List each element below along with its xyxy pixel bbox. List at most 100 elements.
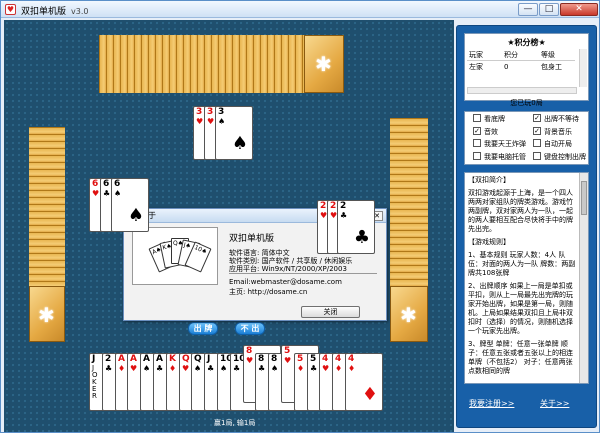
card-rank: 5	[284, 346, 291, 356]
checkbox-checked-icon[interactable]: ✓	[473, 126, 481, 135]
about-email[interactable]: Email:webmaster@dosame.com	[229, 278, 342, 286]
option-label: 出牌不等待	[544, 115, 579, 123]
main-window: ♥ 双扣单机版 v3.0 — □ ✕ ✱ ✱ ✱ 出 牌 不 出 赢1局, 输1局…	[0, 0, 600, 433]
checkbox-icon[interactable]	[473, 139, 481, 147]
window-title-text: 双扣单机版	[21, 7, 67, 17]
table-row[interactable]: 左家 0 包身工	[467, 62, 575, 73]
ranking-box: ★积分榜★ 玩家 积分 等级 左家 0 包身工 您已玩0局	[464, 33, 589, 107]
pass-button[interactable]: 不 出	[235, 322, 265, 335]
option-checkbox[interactable]: 我要天王炸弹	[473, 139, 526, 149]
about-link[interactable]: 关于>>	[540, 398, 569, 409]
scroll-thumb[interactable]	[581, 181, 587, 215]
divider	[229, 273, 377, 274]
card-suit-icon: ♥	[196, 117, 204, 126]
illustration-card-rank: 10	[193, 244, 204, 254]
joker-label: JOKER	[92, 364, 98, 400]
option-checkbox[interactable]: 看底牌	[473, 114, 505, 124]
card-suit-icon: ♥	[92, 189, 100, 198]
checkbox-checked-icon[interactable]: ✓	[533, 114, 541, 122]
card-suit-icon: ♣	[258, 364, 266, 373]
playing-card[interactable]: 4♦♦	[345, 353, 383, 411]
option-label: 我要天王炸弹	[484, 140, 526, 148]
about-homepage[interactable]: 主页: http://dosame.cn	[229, 288, 307, 296]
help-paragraph: 1、基本规则 玩家人数：4人 队伍：对面的两人为一队 牌数：两副牌共108张牌	[468, 251, 576, 277]
ranking-scrollbar[interactable]	[579, 49, 587, 87]
ranking-col-score: 积分	[504, 51, 518, 59]
ranking-player: 左家	[469, 63, 483, 71]
card-rank: 2	[320, 201, 327, 211]
option-label: 自动开局	[544, 140, 572, 148]
help-paragraph: 【游戏规则】	[468, 238, 510, 246]
card-rank: 4	[348, 354, 355, 364]
card-rank: 6	[103, 179, 110, 189]
option-checkbox[interactable]: 自动开局	[533, 139, 572, 149]
help-paragraph: 2、出牌顺序 如果上一局是单扣或平扣，则从上一局最先出完牌的玩家开始出牌，如果是…	[468, 282, 573, 335]
playing-card[interactable]: 6 ♠ ♠	[111, 178, 149, 232]
card-rank: 2	[330, 201, 337, 211]
ranking-title: ★积分榜★	[507, 38, 546, 47]
checkbox-icon[interactable]	[473, 114, 481, 122]
play-button[interactable]: 出 牌	[188, 322, 218, 335]
help-scrollbar[interactable]	[579, 173, 588, 383]
options-box: 看底牌 ✓ 出牌不等待 ✓ 音效 ✓ 背景音乐 我要天王炸弹 自动开局 我要电脑托管 键盘控制出牌	[464, 111, 589, 165]
card-rank: K	[169, 354, 176, 364]
card-suit-icon: ♠	[231, 133, 248, 154]
checkbox-checked-icon[interactable]: ✓	[533, 126, 541, 135]
top-opponent-last-card: ✱	[304, 35, 344, 93]
ranking-hscrollbar[interactable]	[467, 87, 577, 94]
illustration-card-rank: Q	[173, 240, 178, 247]
card-suit-icon: ♣	[310, 364, 318, 373]
card-rank: 6	[114, 179, 121, 189]
cards-illustration: A♠ K♠ Q♠ J♠ 10♠	[132, 227, 218, 285]
illustration-card-rank: A	[151, 248, 158, 257]
card-rank: Q	[182, 354, 190, 364]
card-rank: J	[92, 354, 96, 364]
left-opponent-last-card: ✱	[29, 286, 65, 342]
card-suit-icon: ♣	[103, 189, 111, 198]
card-suit-icon: ♠	[127, 205, 144, 226]
card-suit-icon: ♦	[361, 384, 378, 405]
card-rank: 2	[340, 201, 347, 211]
register-link[interactable]: 我要注册>>	[469, 398, 514, 409]
option-checkbox[interactable]: ✓ 出牌不等待	[533, 114, 579, 124]
close-button[interactable]: ✕	[560, 3, 598, 16]
card-suit-icon: ♥	[207, 117, 215, 126]
help-paragraph: 【双扣简介】	[468, 176, 510, 184]
option-label: 音效	[484, 127, 498, 136]
option-checkbox[interactable]: 键盘控制出牌	[533, 151, 586, 162]
window-title: 双扣单机版 v3.0	[21, 4, 88, 17]
title-bar[interactable]: ♥ 双扣单机版 v3.0 — □ ✕	[1, 1, 599, 18]
minimize-button[interactable]: —	[518, 3, 538, 16]
card-suit-icon: ♦	[335, 364, 343, 373]
card-rank: 5	[297, 354, 304, 364]
score-status: 赢1局, 输1局	[214, 419, 256, 427]
card-rank: A	[156, 354, 163, 364]
option-checkbox[interactable]: ✓ 背景音乐	[533, 126, 572, 137]
playing-card[interactable]: 2♣♣	[337, 200, 375, 254]
about-app-name: 双扣单机版	[229, 234, 275, 244]
about-close-button[interactable]: 关闭	[301, 306, 360, 318]
card-suit-icon: ♦	[297, 364, 305, 373]
card-suit-icon: ♣	[353, 227, 370, 248]
card-back-logo-icon: ✱	[315, 52, 332, 76]
checkbox-icon[interactable]	[533, 151, 541, 160]
option-checkbox[interactable]: 我要电脑托管	[473, 151, 526, 162]
checkbox-icon[interactable]	[533, 139, 541, 147]
card-suit-icon: ♦	[118, 364, 126, 373]
card-suit-icon: ♣	[340, 211, 348, 220]
card-suit-icon: ♥	[322, 364, 330, 373]
maximize-button[interactable]: □	[539, 3, 559, 16]
side-panel: ★积分榜★ 玩家 积分 等级 左家 0 包身工 您已玩0局 看底牌 ✓ 出牌不等待 ✓…	[456, 25, 597, 428]
card-suit-icon: ♠	[218, 117, 226, 126]
version-label: v3.0	[71, 7, 89, 16]
card-suit-icon: ♠	[194, 364, 202, 373]
ranking-header: 玩家 积分 等级	[467, 50, 575, 61]
ranking-level: 包身工	[541, 63, 562, 71]
checkbox-icon[interactable]	[473, 151, 481, 160]
ranking-col-player: 玩家	[469, 51, 483, 59]
card-suit-icon: ♣	[233, 364, 241, 373]
card-rank: 8	[246, 346, 253, 356]
option-checkbox[interactable]: ✓ 音效	[473, 126, 498, 137]
card-rank: 5	[310, 354, 317, 364]
playing-card[interactable]: 3 ♠ ♠	[215, 106, 253, 160]
